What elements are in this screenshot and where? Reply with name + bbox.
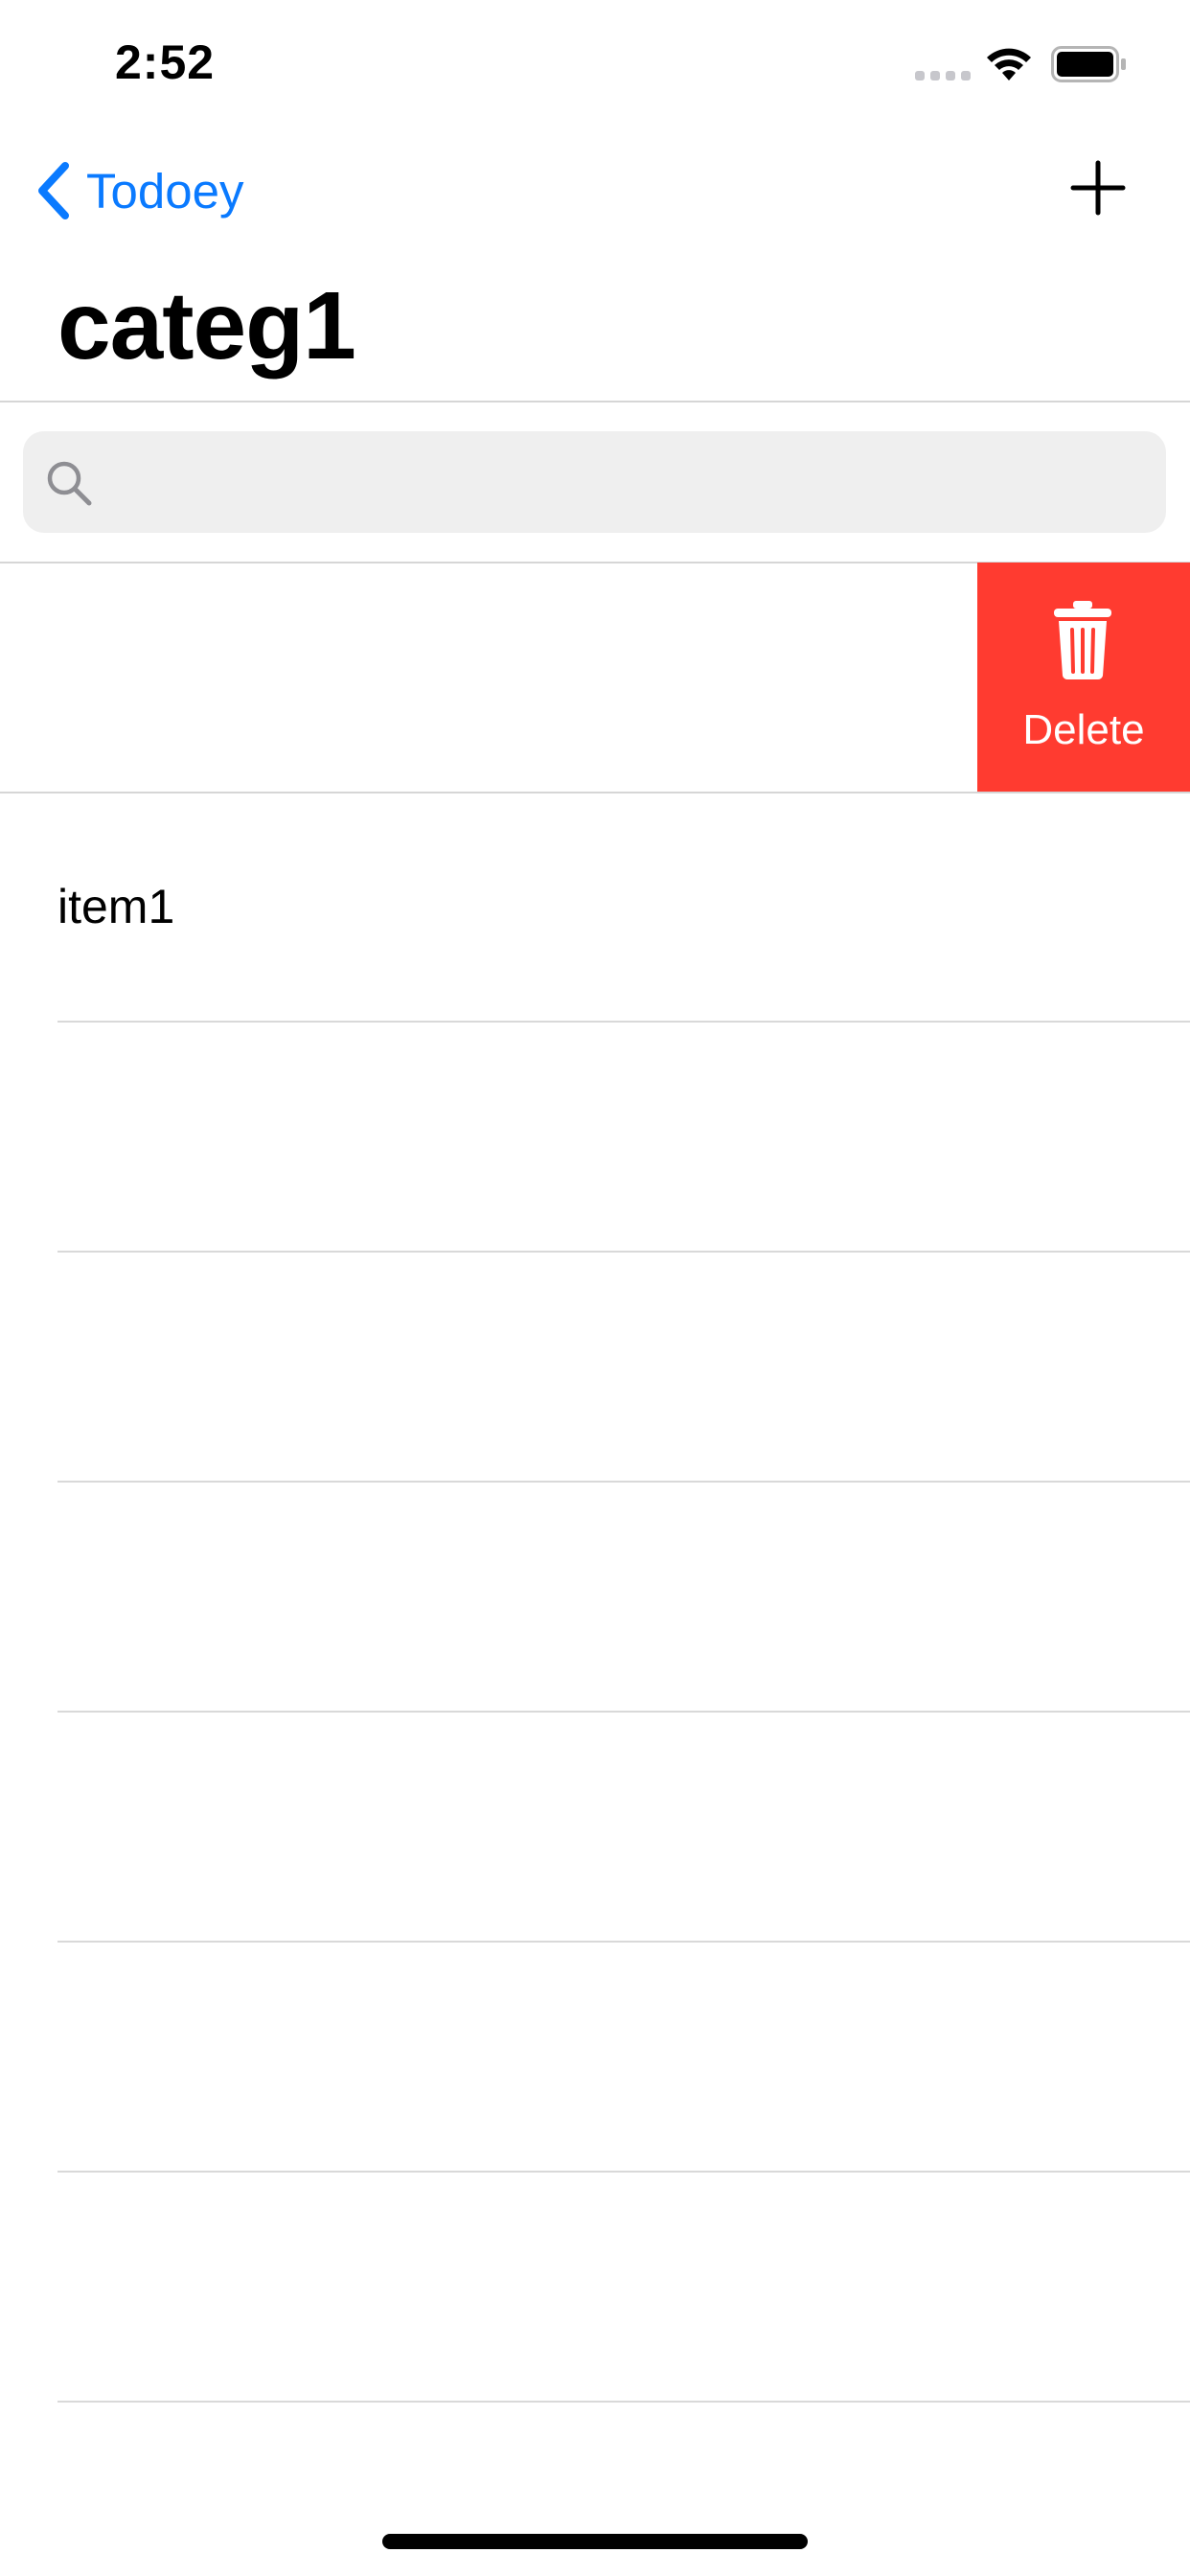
chevron-left-icon xyxy=(38,162,69,219)
back-button-label: Todoey xyxy=(86,163,244,218)
table-row[interactable] xyxy=(0,1023,1190,1253)
row-label: item1 xyxy=(57,880,175,933)
trash-icon xyxy=(1054,601,1111,680)
table-row[interactable] xyxy=(0,1713,1190,1943)
table-row[interactable] xyxy=(0,1253,1190,1483)
table-row[interactable]: item1 xyxy=(0,794,1190,1024)
cellular-signal-icon xyxy=(915,71,971,80)
battery-icon xyxy=(1051,46,1126,82)
delete-action-label: Delete xyxy=(1022,706,1145,753)
status-bar: 2:52 xyxy=(0,0,1190,126)
nav-divider xyxy=(0,401,1190,402)
row-separator xyxy=(57,2401,1190,2403)
plus-icon xyxy=(1070,160,1126,216)
back-button[interactable]: Todoey xyxy=(34,157,243,224)
status-time: 2:52 xyxy=(115,35,216,89)
table-row[interactable] xyxy=(0,1943,1190,2173)
search-icon xyxy=(47,461,92,506)
add-item-button[interactable] xyxy=(1069,159,1127,222)
search-input[interactable] xyxy=(105,441,1144,525)
table-row[interactable] xyxy=(0,2173,1190,2403)
delete-action-button[interactable]: Delete xyxy=(977,563,1190,792)
home-indicator[interactable] xyxy=(382,2534,808,2549)
page-title: categ1 xyxy=(57,272,356,380)
table-row[interactable] xyxy=(0,1483,1190,1713)
wifi-icon xyxy=(987,48,1031,80)
